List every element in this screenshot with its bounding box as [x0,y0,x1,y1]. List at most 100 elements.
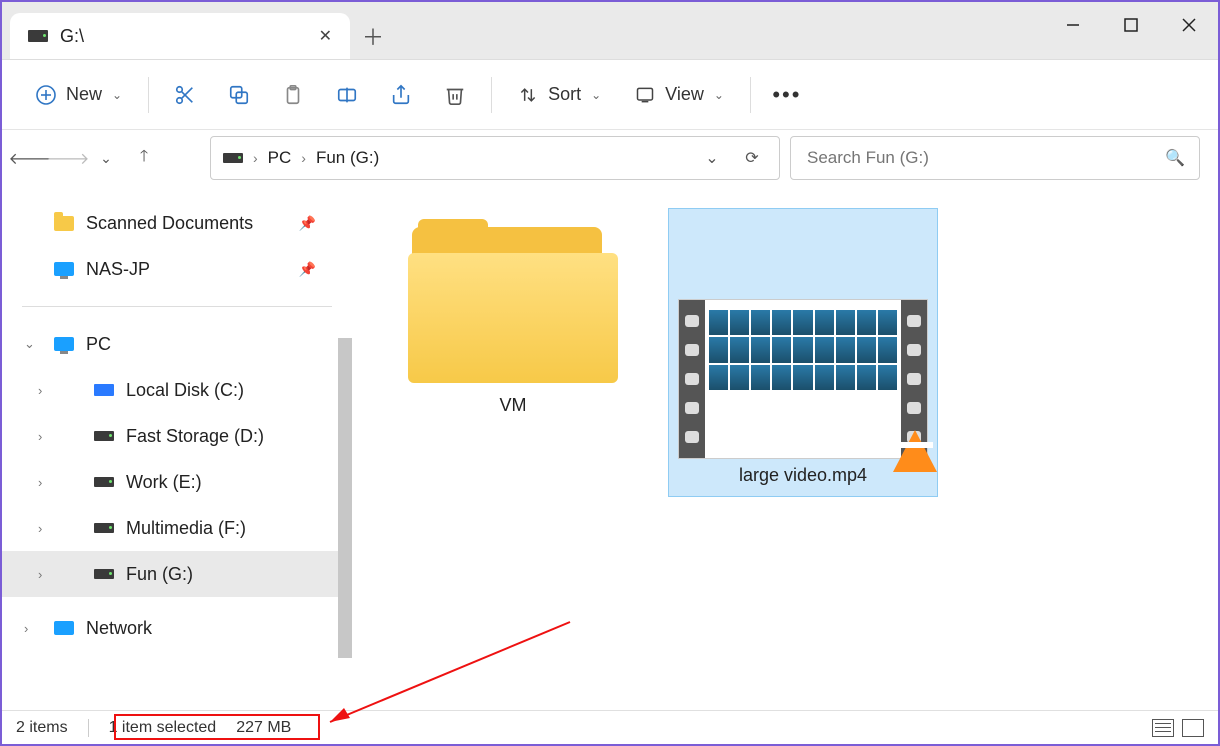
share-icon [390,84,412,106]
video-thumbnail-icon [678,299,928,459]
sidebar-item-network[interactable]: › Network [2,605,352,651]
chevron-right-icon[interactable]: › [24,621,28,636]
share-button[interactable] [377,74,425,116]
tab-title: G:\ [60,26,84,47]
window-controls [1044,2,1218,48]
folder-item-vm[interactable]: VM [378,208,648,427]
up-button[interactable]: 🡑 [134,148,154,168]
nav-row: 🡐 🡒 ⌄ 🡑 › PC › Fun (G:) ⌄ ⟳ 🔍 [2,130,1218,186]
chevron-down-icon[interactable]: ⌄ [24,336,35,352]
sidebar-item-fun-g[interactable]: › Fun (G:) [2,551,352,597]
chevron-right-icon[interactable]: › [38,475,42,490]
sidebar-item-label: Work (E:) [126,472,202,493]
item-count: 2 items [16,719,68,737]
refresh-button[interactable]: ⟳ [737,148,767,168]
sidebar-item-pc[interactable]: ⌄ PC [2,321,352,367]
sidebar-item-label: Network [86,618,152,639]
sidebar-item-label: Multimedia (F:) [126,518,246,539]
title-bar: G:\ ✕ ＋ [2,2,1218,60]
details-view-button[interactable] [1152,719,1174,737]
new-button[interactable]: New ⌄ [22,74,136,116]
sort-button[interactable]: Sort ⌄ [504,74,615,116]
sidebar: Scanned Documents 📌 NAS-JP 📌 ⌄ PC › Loca… [2,188,352,710]
chevron-right-icon: › [253,150,258,166]
view-button[interactable]: View ⌄ [621,74,738,116]
pin-icon: 📌 [299,215,316,232]
rename-button[interactable] [323,74,371,116]
separator [22,306,332,307]
plus-circle-icon [36,85,56,105]
search-icon: 🔍 [1165,148,1185,168]
drive-icon [28,30,48,42]
vlc-cone-icon [893,430,937,472]
sort-icon [518,85,538,105]
folder-icon [54,216,74,231]
view-label: View [665,84,704,105]
more-button[interactable]: ••• [763,74,811,116]
sidebar-item-label: Fast Storage (D:) [126,426,264,447]
address-bar[interactable]: › PC › Fun (G:) ⌄ ⟳ [210,136,780,180]
item-label: VM [500,395,527,416]
chevron-right-icon[interactable]: › [38,567,42,582]
forward-button[interactable]: 🡒 [58,148,78,168]
folder-icon [408,219,618,389]
disk-icon [94,384,114,396]
history-dropdown[interactable]: ⌄ [697,148,727,168]
sidebar-item-nas-jp[interactable]: NAS-JP 📌 [2,246,352,292]
paste-button[interactable] [269,74,317,116]
recent-button[interactable]: ⌄ [96,148,116,168]
disk-icon [94,477,114,487]
pin-icon: 📌 [299,261,316,278]
sidebar-item-label: PC [86,334,111,355]
search-input[interactable] [805,147,1185,169]
close-window-button[interactable] [1160,2,1218,48]
copy-icon [228,84,250,106]
separator [750,77,751,113]
copy-button[interactable] [215,74,263,116]
file-item-large-video[interactable]: large video.mp4 [668,208,938,497]
back-button[interactable]: 🡐 [20,148,40,168]
clipboard-icon [282,84,304,106]
cut-button[interactable] [161,74,209,116]
chevron-down-icon: ⌄ [591,88,601,102]
view-icon [635,85,655,105]
close-tab-icon[interactable]: ✕ [319,26,332,46]
chevron-down-icon: ⌄ [112,88,122,102]
minimize-button[interactable] [1044,2,1102,48]
crumb-drive[interactable]: Fun (G:) [316,148,379,168]
chevron-right-icon[interactable]: › [38,521,42,536]
sidebar-item-fast-storage-d[interactable]: › Fast Storage (D:) [2,413,352,459]
sort-label: Sort [548,84,581,105]
sidebar-item-scanned-documents[interactable]: Scanned Documents 📌 [2,200,352,246]
delete-button[interactable] [431,74,479,116]
rename-icon [336,84,358,106]
disk-icon [94,523,114,533]
network-icon [54,621,74,635]
sidebar-item-label: Scanned Documents [86,213,253,234]
annotation-arrow [320,622,580,732]
crumb-pc[interactable]: PC [268,148,292,168]
maximize-button[interactable] [1102,2,1160,48]
sidebar-item-label: Local Disk (C:) [126,380,244,401]
scrollbar[interactable] [338,338,352,658]
new-label: New [66,84,102,105]
disk-icon [94,431,114,441]
sidebar-item-multimedia-f[interactable]: › Multimedia (F:) [2,505,352,551]
sidebar-item-label: Fun (G:) [126,564,193,585]
drive-icon [223,153,243,163]
item-label: large video.mp4 [739,465,867,486]
tab-current[interactable]: G:\ ✕ [10,13,350,59]
chevron-down-icon: ⌄ [714,88,724,102]
add-tab-button[interactable]: ＋ [350,13,396,59]
sidebar-item-work-e[interactable]: › Work (E:) [2,459,352,505]
disk-icon [94,569,114,579]
separator [148,77,149,113]
chevron-right-icon: › [301,150,306,166]
chevron-right-icon[interactable]: › [38,429,42,444]
sidebar-item-local-disk-c[interactable]: › Local Disk (C:) [2,367,352,413]
monitor-icon [54,262,74,276]
large-icons-view-button[interactable] [1182,719,1204,737]
search-box[interactable]: 🔍 [790,136,1200,180]
trash-icon [444,84,466,106]
chevron-right-icon[interactable]: › [38,383,42,398]
